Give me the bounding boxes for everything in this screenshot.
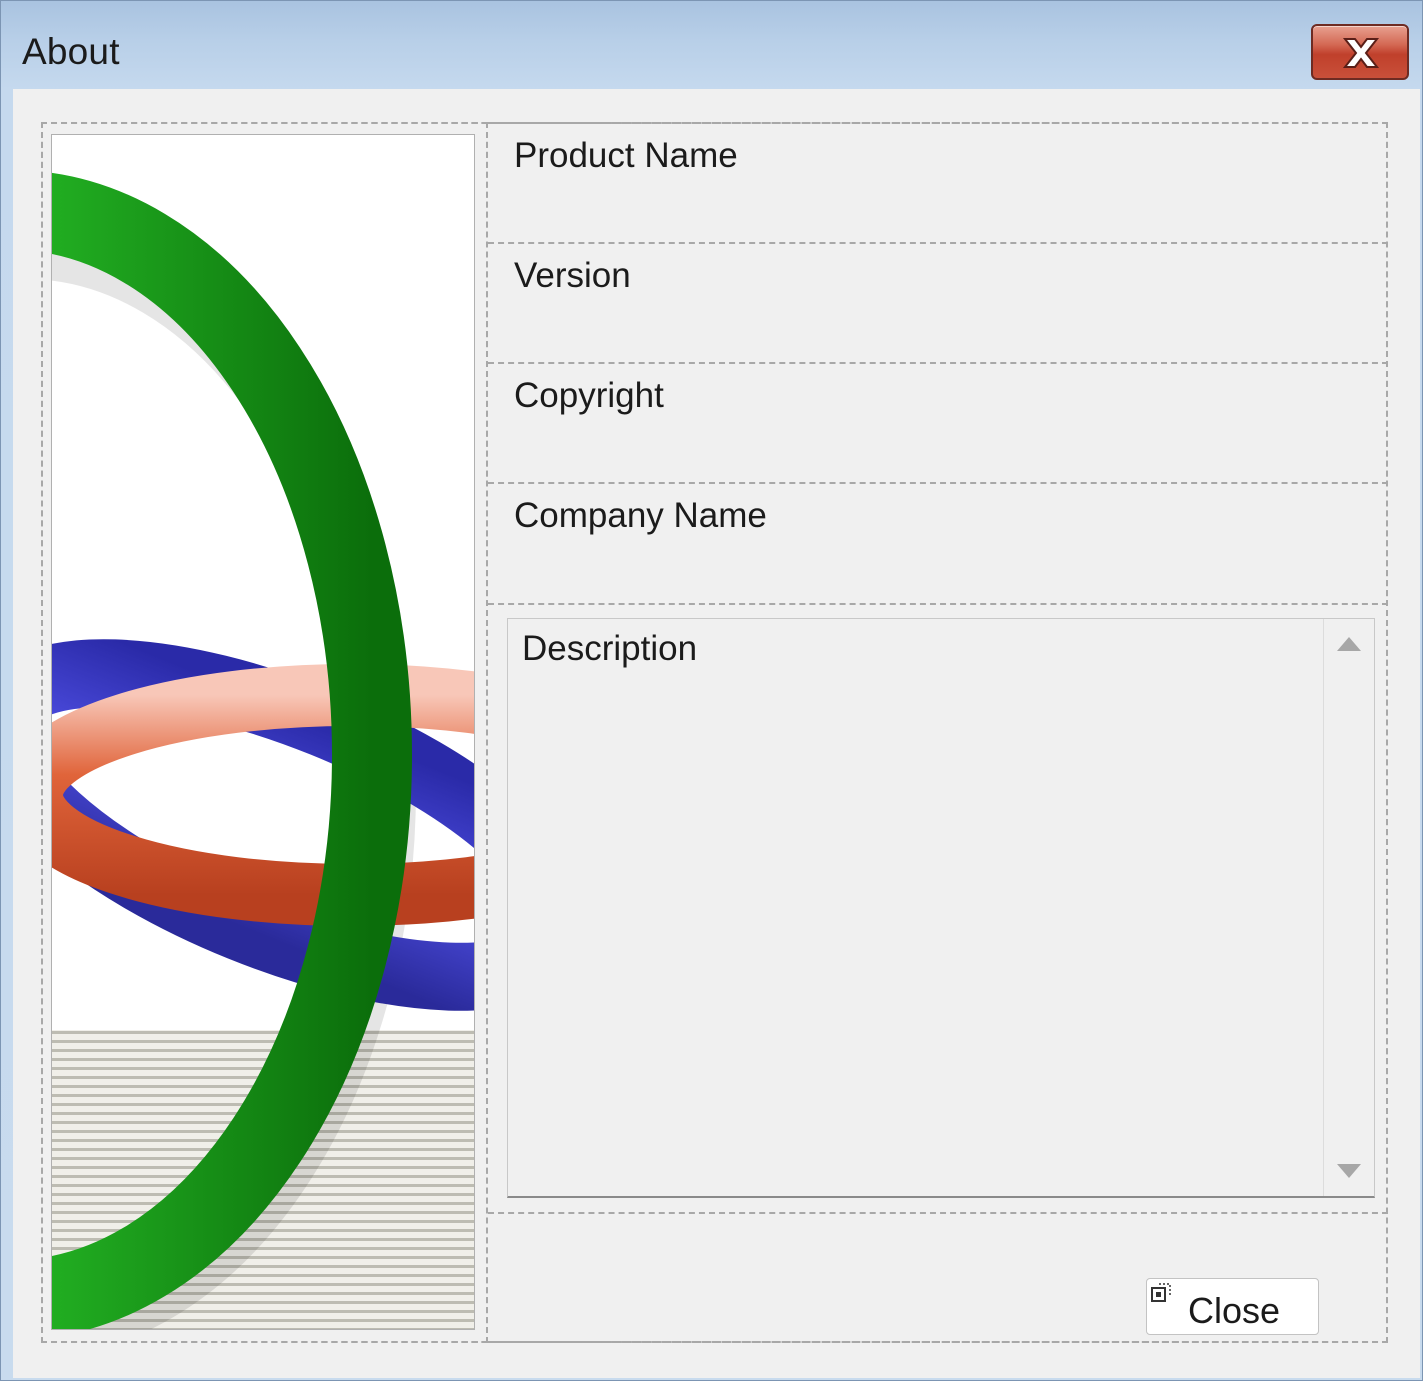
scroll-down-arrow-icon[interactable] <box>1337 1164 1361 1178</box>
component-handle-icon <box>1151 1283 1171 1302</box>
window-close-button[interactable] <box>1311 24 1409 80</box>
row-divider <box>488 482 1388 484</box>
row-divider <box>488 362 1388 364</box>
close-button[interactable]: Close <box>1146 1278 1319 1335</box>
close-x-icon <box>1342 38 1380 68</box>
title-bar[interactable]: About <box>1 1 1422 89</box>
window-title: About <box>22 31 120 72</box>
company-name-label: Company Name <box>514 496 767 535</box>
scroll-up-arrow-icon[interactable] <box>1337 637 1361 651</box>
row-divider <box>488 242 1388 244</box>
rings-logo-image <box>52 135 474 1329</box>
logo-picture <box>51 134 475 1330</box>
product-name-label: Product Name <box>514 136 738 175</box>
description-scrollbar[interactable] <box>1323 619 1374 1196</box>
version-label: Version <box>514 256 631 295</box>
row-divider <box>488 603 1388 605</box>
about-dialog: About Product Name Version Copyright Com… <box>0 0 1423 1381</box>
close-button-label: Close <box>1188 1290 1281 1331</box>
row-divider <box>488 1212 1388 1214</box>
description-textbox[interactable]: Description <box>507 618 1375 1198</box>
description-text: Description <box>522 629 698 668</box>
copyright-label: Copyright <box>514 376 664 415</box>
